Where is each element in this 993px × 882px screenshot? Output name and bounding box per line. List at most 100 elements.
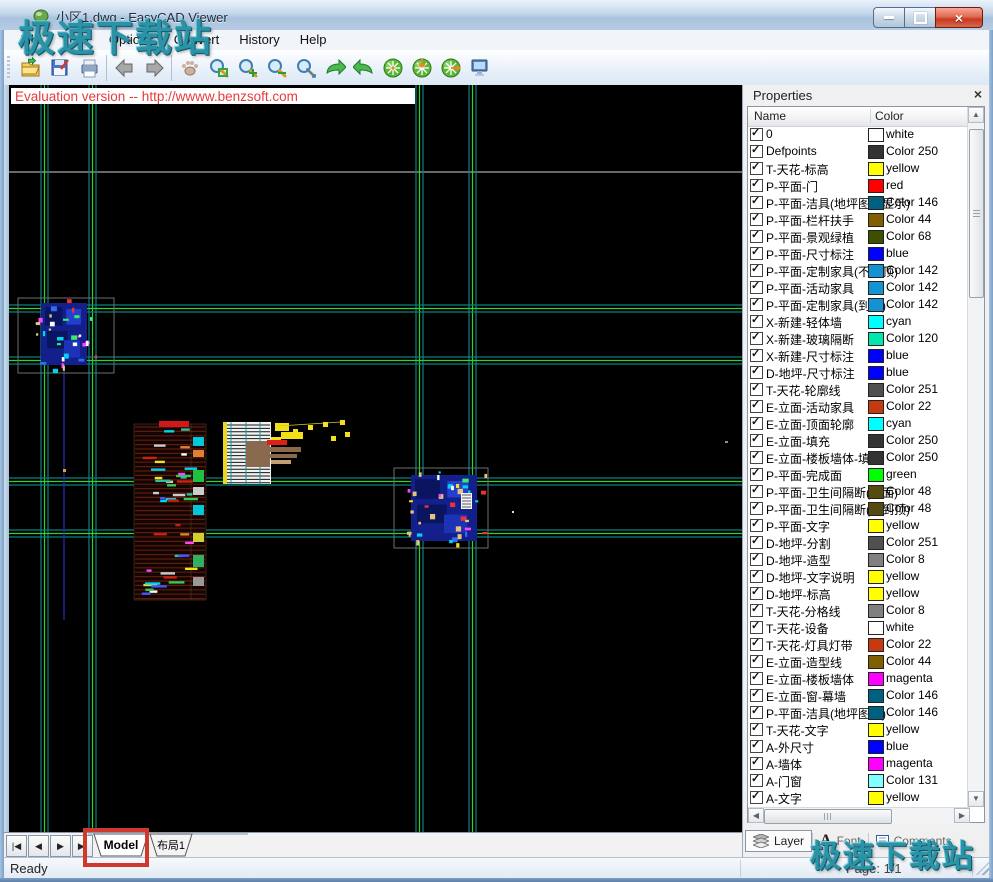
layer-row[interactable]: ✓E-立面-造型线Color 44 [748, 653, 968, 670]
layer-row[interactable]: ✓P-平面-洁具(地坪图块)Color 146 [748, 704, 968, 721]
layer-visibility-checkbox[interactable]: ✓ [750, 281, 763, 294]
menu-item-history[interactable]: History [229, 30, 289, 50]
layer-visibility-checkbox[interactable]: ✓ [750, 655, 763, 668]
minimize-button[interactable] [873, 7, 904, 28]
next-sheet-button[interactable]: ▶ [50, 835, 71, 857]
layer-color-swatch[interactable] [868, 774, 884, 788]
layer-row[interactable]: ✓T-天花-灯具灯带Color 22 [748, 636, 968, 653]
layer-row[interactable]: ✓T-天花-设备white [748, 619, 968, 636]
layer-color-swatch[interactable] [868, 196, 884, 210]
layer-visibility-checkbox[interactable]: ✓ [750, 434, 763, 447]
layer-row[interactable]: ✓D-地坪-文字说明yellow [748, 568, 968, 585]
layer-visibility-checkbox[interactable]: ✓ [750, 638, 763, 651]
layer-visibility-checkbox[interactable]: ✓ [750, 604, 763, 617]
layer-row[interactable]: ✓P-平面-尺寸标注blue [748, 245, 968, 262]
layer-row[interactable]: ✓E-立面-楼板墙体-填充Color 250 [748, 449, 968, 466]
layer-row[interactable]: ✓A-墙体magenta [748, 755, 968, 772]
layer-color-swatch[interactable] [868, 213, 884, 227]
layer-row[interactable]: ✓0white [748, 126, 968, 143]
first-sheet-button[interactable]: |◀ [6, 835, 27, 857]
layer-color-swatch[interactable] [868, 689, 884, 703]
layer-row[interactable]: ✓D-地坪-造型Color 8 [748, 551, 968, 568]
layer-color-swatch[interactable] [868, 757, 884, 771]
layer-visibility-checkbox[interactable]: ✓ [750, 162, 763, 175]
tab-layout1-label[interactable]: 布局1 [157, 839, 185, 852]
layer-visibility-checkbox[interactable]: ✓ [750, 451, 763, 464]
layer-color-swatch[interactable] [868, 281, 884, 295]
layer-color-swatch[interactable] [868, 434, 884, 448]
layer-color-swatch[interactable] [868, 383, 884, 397]
panel-tab-layer[interactable]: Layer [745, 830, 812, 852]
column-color[interactable]: Color [870, 109, 904, 123]
layer-color-swatch[interactable] [868, 655, 884, 669]
layer-color-swatch[interactable] [868, 145, 884, 159]
layer-visibility-checkbox[interactable]: ✓ [750, 332, 763, 345]
layer-visibility-checkbox[interactable]: ✓ [750, 587, 763, 600]
horizontal-scrollbar[interactable]: ◀ ▶ [748, 807, 970, 824]
layer-color-swatch[interactable] [868, 417, 884, 431]
layer-color-swatch[interactable] [868, 638, 884, 652]
layer-visibility-checkbox[interactable]: ✓ [750, 349, 763, 362]
layer-color-swatch[interactable] [868, 672, 884, 686]
layer-color-swatch[interactable] [868, 621, 884, 635]
layer-color-swatch[interactable] [868, 468, 884, 482]
zoom-in-button[interactable] [233, 54, 262, 82]
layer-visibility-checkbox[interactable]: ✓ [750, 400, 763, 413]
layer-visibility-checkbox[interactable]: ✓ [750, 485, 763, 498]
layer-visibility-checkbox[interactable]: ✓ [750, 468, 763, 481]
layer-visibility-checkbox[interactable]: ✓ [750, 791, 763, 804]
layer-color-swatch[interactable] [868, 332, 884, 346]
layer-row[interactable]: ✓E-立面-楼板墙体magenta [748, 670, 968, 687]
layer-visibility-checkbox[interactable]: ✓ [750, 128, 763, 141]
layer-row[interactable]: ✓E-立面-填充Color 250 [748, 432, 968, 449]
layer-color-swatch[interactable] [868, 451, 884, 465]
layer-visibility-checkbox[interactable]: ✓ [750, 230, 763, 243]
layer-visibility-checkbox[interactable]: ✓ [750, 264, 763, 277]
scroll-left-icon[interactable]: ◀ [748, 808, 764, 823]
layer-row[interactable]: ✓P-平面-文字yellow [748, 517, 968, 534]
layer-row[interactable]: ✓A-外尺寸blue [748, 738, 968, 755]
column-name[interactable]: Name [754, 109, 786, 123]
layer-visibility-checkbox[interactable]: ✓ [750, 179, 763, 192]
layer-row[interactable]: ✓P-平面-活动家具Color 142 [748, 279, 968, 296]
layer-visibility-checkbox[interactable]: ✓ [750, 774, 763, 787]
layer-row[interactable]: ✓A-门窗Color 131 [748, 772, 968, 789]
layer-row[interactable]: ✓P-平面-洁具(地坪图块显示)Color 146 [748, 194, 968, 211]
layer-visibility-checkbox[interactable]: ✓ [750, 502, 763, 515]
layer-row[interactable]: ✓D-地坪-分割Color 251 [748, 534, 968, 551]
menu-item-help[interactable]: Help [290, 30, 337, 50]
zoom-all-button[interactable] [378, 54, 407, 82]
layer-color-swatch[interactable] [868, 128, 884, 142]
layer-visibility-checkbox[interactable]: ✓ [750, 757, 763, 770]
layer-row[interactable]: ✓P-平面-定制家具(到顶)Color 142 [748, 296, 968, 313]
layer-visibility-checkbox[interactable]: ✓ [750, 570, 763, 583]
layer-color-swatch[interactable] [868, 264, 884, 278]
panel-close-icon[interactable]: × [974, 86, 982, 102]
layer-visibility-checkbox[interactable]: ✓ [750, 196, 763, 209]
layer-row[interactable]: ✓P-平面-卫生间隔断(顶面)Color 48 [748, 483, 968, 500]
layer-visibility-checkbox[interactable]: ✓ [750, 553, 763, 566]
layer-row[interactable]: ✓D-地坪-标高yellow [748, 585, 968, 602]
redo-button[interactable] [320, 54, 349, 82]
zoom-center-button[interactable] [407, 54, 436, 82]
layer-color-swatch[interactable] [868, 485, 884, 499]
prev-sheet-button[interactable]: ◀ [28, 835, 49, 857]
vertical-scrollbar[interactable]: ▲ ▼ [967, 107, 984, 807]
layer-visibility-checkbox[interactable]: ✓ [750, 145, 763, 158]
layer-row[interactable]: ✓P-平面-栏杆扶手Color 44 [748, 211, 968, 228]
layer-color-swatch[interactable] [868, 570, 884, 584]
cad-canvas[interactable]: Evaluation version -- http://wwww.benzso… [9, 85, 742, 832]
layer-row[interactable]: ✓E-立面-活动家具Color 22 [748, 398, 968, 415]
scroll-up-icon[interactable]: ▲ [968, 107, 984, 123]
close-button[interactable]: × [935, 7, 983, 28]
layer-color-swatch[interactable] [868, 366, 884, 380]
layer-row[interactable]: ✓T-天花-标高yellow [748, 160, 968, 177]
horizontal-scroll-thumb[interactable] [764, 809, 892, 824]
layer-visibility-checkbox[interactable]: ✓ [750, 706, 763, 719]
layer-visibility-checkbox[interactable]: ✓ [750, 689, 763, 702]
layer-color-swatch[interactable] [868, 519, 884, 533]
layer-row[interactable]: ✓T-天花-轮廓线Color 251 [748, 381, 968, 398]
layer-visibility-checkbox[interactable]: ✓ [750, 740, 763, 753]
layer-visibility-checkbox[interactable]: ✓ [750, 366, 763, 379]
layer-visibility-checkbox[interactable]: ✓ [750, 519, 763, 532]
